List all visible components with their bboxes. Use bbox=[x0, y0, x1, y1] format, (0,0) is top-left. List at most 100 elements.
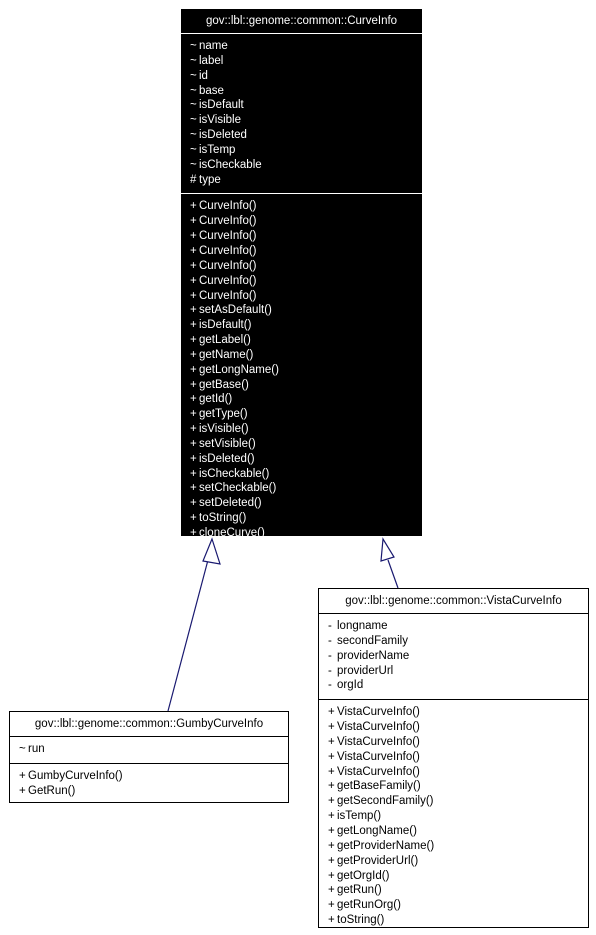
class-member-row: + getProviderUrl() bbox=[319, 854, 588, 869]
class-member-row: + getRun() bbox=[319, 883, 588, 898]
member-name: cloneCurve() bbox=[199, 527, 265, 539]
uml-class-curveinfo[interactable]: gov::lbl::genome::common::CurveInfo ~ nam… bbox=[180, 8, 423, 539]
member-name: getRun() bbox=[337, 884, 382, 897]
visibility-marker: + bbox=[328, 765, 335, 778]
visibility-marker: + bbox=[190, 304, 197, 317]
member-name: getProviderUrl() bbox=[337, 854, 419, 867]
class-member-row: + CurveInfo() bbox=[181, 214, 422, 229]
visibility-marker: + bbox=[19, 784, 26, 797]
visibility-marker: + bbox=[328, 795, 335, 808]
class-member-row: # type bbox=[181, 173, 422, 188]
member-name: base bbox=[199, 84, 224, 97]
class-member-row: + getBaseFamily() bbox=[319, 779, 588, 794]
member-name: setVisible() bbox=[199, 437, 256, 450]
visibility-marker: + bbox=[190, 215, 197, 228]
class-member-row: + toString() bbox=[181, 511, 422, 526]
visibility-marker: + bbox=[328, 839, 335, 852]
member-name: CurveInfo() bbox=[199, 215, 257, 228]
class-member-row: ~ isVisible bbox=[181, 113, 422, 128]
member-name: VistaCurveInfo() bbox=[337, 721, 420, 734]
visibility-marker: ~ bbox=[190, 54, 197, 67]
class-title-gumbycurveinfo: gov::lbl::genome::common::GumbyCurveInfo bbox=[34, 718, 264, 730]
member-name: getLongName() bbox=[199, 363, 279, 376]
member-name: VistaCurveInfo() bbox=[337, 706, 420, 719]
member-name: isCheckable bbox=[199, 158, 262, 171]
class-member-row: + CurveInfo() bbox=[181, 244, 422, 259]
member-name: isDefault bbox=[199, 99, 244, 112]
member-name: getLabel() bbox=[199, 334, 251, 347]
class-member-row: + isCheckable() bbox=[181, 467, 422, 482]
operation-list-curveinfo: + CurveInfo() + CurveInfo() + CurveInfo() + Cur… bbox=[181, 194, 422, 546]
visibility-marker: + bbox=[190, 363, 197, 376]
visibility-marker: ~ bbox=[190, 40, 197, 52]
class-member-row: ~ isCheckable bbox=[181, 158, 422, 173]
class-member-row: + VistaCurveInfo() bbox=[319, 735, 588, 750]
class-member-row: + getRunOrg() bbox=[319, 898, 588, 913]
visibility-marker: - bbox=[328, 649, 332, 662]
member-name: longname bbox=[337, 620, 388, 632]
member-name: getName() bbox=[199, 348, 254, 361]
class-title-curveinfo: gov::lbl::genome::common::CurveInfo bbox=[205, 15, 398, 27]
member-name: getType() bbox=[199, 408, 248, 421]
class-member-row: ~ name bbox=[181, 39, 422, 54]
member-name: label bbox=[199, 54, 224, 67]
visibility-marker: + bbox=[190, 512, 197, 525]
class-member-row: + CurveInfo() bbox=[181, 274, 422, 289]
class-member-row: + getSecondFamily() bbox=[319, 794, 588, 809]
uml-class-gumbycurveinfo[interactable]: gov::lbl::genome::common::GumbyCurveInfo… bbox=[9, 711, 289, 803]
member-name: getRunOrg() bbox=[337, 899, 401, 912]
visibility-marker: + bbox=[190, 244, 197, 257]
member-name: isDefault() bbox=[199, 319, 252, 332]
visibility-marker: + bbox=[190, 393, 197, 406]
uml-class-vistacurveinfo[interactable]: gov::lbl::genome::common::VistaCurveInfo… bbox=[318, 588, 589, 928]
visibility-marker: + bbox=[190, 200, 197, 213]
class-member-row: ~ isTemp bbox=[181, 143, 422, 158]
visibility-marker: + bbox=[190, 289, 197, 302]
visibility-marker: - bbox=[328, 620, 332, 632]
visibility-marker: + bbox=[190, 259, 197, 272]
member-name: CurveInfo() bbox=[199, 200, 257, 213]
class-member-row: - orgId bbox=[319, 678, 588, 693]
member-name: isVisible() bbox=[199, 423, 249, 436]
class-member-row: + CurveInfo() bbox=[181, 199, 422, 214]
class-member-row: ~ label bbox=[181, 54, 422, 69]
member-name: CurveInfo() bbox=[199, 244, 257, 257]
member-name: toString() bbox=[337, 914, 385, 927]
member-name: isVisible bbox=[199, 114, 241, 127]
attribute-list-gumbycurveinfo: ~ run bbox=[10, 737, 288, 763]
member-name: getProviderName() bbox=[337, 839, 435, 852]
class-member-row: + CurveInfo() bbox=[181, 229, 422, 244]
member-name: VistaCurveInfo() bbox=[337, 735, 420, 748]
member-name: id bbox=[199, 69, 208, 82]
visibility-marker: ~ bbox=[19, 743, 26, 755]
member-name: setAsDefault() bbox=[199, 304, 272, 317]
member-name: VistaCurveInfo() bbox=[337, 765, 420, 778]
class-member-row: + isVisible() bbox=[181, 422, 422, 437]
member-name: run bbox=[28, 743, 45, 755]
class-member-row: ~ run bbox=[10, 742, 288, 757]
class-member-row: + isDefault() bbox=[181, 318, 422, 333]
class-member-row: + GetRun() bbox=[10, 784, 288, 799]
class-member-row: + toString() bbox=[319, 913, 588, 928]
class-member-row: + setAsDefault() bbox=[181, 303, 422, 318]
member-name: getLongName() bbox=[337, 824, 417, 837]
class-member-row: + getType() bbox=[181, 407, 422, 422]
visibility-marker: ~ bbox=[190, 69, 197, 82]
member-name: CurveInfo() bbox=[199, 230, 257, 243]
member-name: isDeleted bbox=[199, 129, 247, 142]
member-name: providerUrl bbox=[337, 664, 394, 677]
class-member-row: - longname bbox=[319, 619, 588, 634]
member-name: orgId bbox=[337, 679, 364, 692]
visibility-marker: + bbox=[190, 274, 197, 287]
visibility-marker: + bbox=[190, 348, 197, 361]
class-member-row: + getName() bbox=[181, 348, 422, 363]
visibility-marker: - bbox=[328, 634, 332, 647]
class-member-row: + isDeleted() bbox=[181, 452, 422, 467]
member-name: type bbox=[199, 173, 221, 186]
member-name: CurveInfo() bbox=[199, 274, 257, 287]
visibility-marker: + bbox=[328, 810, 335, 823]
class-member-row: + VistaCurveInfo() bbox=[319, 705, 588, 720]
visibility-marker: + bbox=[190, 423, 197, 436]
visibility-marker: - bbox=[328, 664, 332, 677]
visibility-marker: + bbox=[328, 706, 335, 719]
